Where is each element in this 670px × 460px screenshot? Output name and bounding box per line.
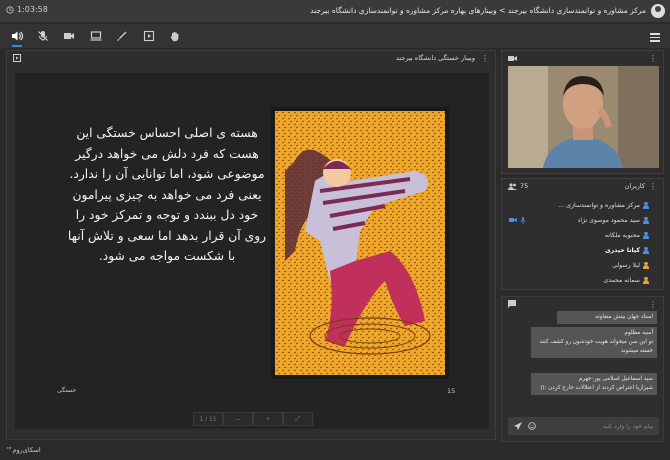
user-name: کیانا حیدری	[604, 246, 640, 254]
fit-screen-button[interactable]: ⤢	[283, 412, 313, 426]
user-name: لیلا رسولی	[612, 261, 640, 269]
slide-illustration	[271, 107, 449, 379]
user-item[interactable]: کیانا حیدری	[509, 244, 649, 256]
brand-logo: اسکای‌روم™	[6, 446, 41, 454]
slide-number: 15	[447, 387, 456, 395]
users-header: 75 کاربران ⋮	[502, 179, 663, 193]
user-name: مرکز مشاوره و توانمندسازی ...	[558, 201, 640, 209]
chat-message: استاد جهان بینش متفاوته	[557, 311, 657, 324]
top-bar: 1:03:58 مرکز مشاوره و توانمندسازی دانشگا…	[0, 0, 670, 22]
chat-message: سید اسماعیل اسلامی پور-جهرم شیرازیا اعتر…	[531, 373, 657, 395]
presentation-icon	[13, 54, 21, 62]
clock-icon	[6, 5, 14, 14]
mic-icon	[520, 216, 526, 224]
send-icon[interactable]	[514, 422, 522, 430]
presentation-panel: وبینار خستگی دانشگاه بیرجند ⋮ هسته ی اصل…	[6, 50, 496, 440]
user-name: سید محمود موسوی نژاد	[577, 216, 640, 224]
chat-message: آسیه مظلوم تو این سن میخواند هویت خودشون…	[531, 327, 657, 358]
webcam-video	[508, 66, 659, 168]
user-name: سمانه محمدی	[603, 276, 640, 284]
chat-header: ⋮	[502, 297, 663, 311]
slide-page-indicator[interactable]: 1 / 15	[193, 412, 223, 426]
camera-icon[interactable]	[62, 29, 76, 43]
video-icon	[508, 55, 517, 61]
users-panel: 75 کاربران ⋮ مرکز مشاوره و توانمندسازی .…	[501, 178, 664, 290]
webcam-menu-icon[interactable]: ⋮	[649, 54, 657, 63]
presentation-menu-icon[interactable]: ⋮	[481, 54, 489, 63]
slide-text: هسته ی اصلی احساس خستگی این هست که فرد د…	[67, 126, 267, 263]
slide-footer-title: خستگی	[57, 387, 77, 394]
users-icon	[508, 182, 517, 190]
user-icon	[643, 201, 649, 209]
user-icon	[643, 231, 649, 239]
users-count: 75	[520, 182, 529, 190]
webcam-panel: ⋮	[501, 50, 664, 174]
timer-value: 1:03:58	[17, 5, 48, 14]
user-icon	[643, 246, 649, 254]
user-item[interactable]: مرکز مشاوره و توانمندسازی ...	[509, 199, 649, 211]
breadcrumb[interactable]: مرکز مشاوره و توانمندسازی دانشگاه بیرجند…	[310, 6, 646, 15]
chat-icon	[508, 300, 516, 308]
presentation-header: وبینار خستگی دانشگاه بیرجند ⋮	[7, 51, 495, 65]
zoom-out-button[interactable]: −	[223, 412, 253, 426]
user-icon	[643, 261, 649, 269]
presentation-title: وبینار خستگی دانشگاه بیرجند	[395, 54, 475, 62]
user-item[interactable]: لیلا رسولی	[509, 259, 649, 271]
emoji-icon[interactable]	[528, 422, 536, 430]
speaker-icon[interactable]	[10, 29, 24, 47]
users-title: کاربران	[624, 182, 645, 190]
chat-input-placeholder: پیام خود را وارد کنید	[602, 422, 653, 430]
media-icon[interactable]	[142, 29, 156, 43]
camera-on-icon	[509, 217, 517, 222]
slide-controls: 1 / 15 − + ⤢	[193, 412, 313, 426]
draw-icon[interactable]	[115, 29, 129, 43]
screen-share-icon[interactable]	[89, 29, 103, 43]
main-toolbar	[0, 24, 670, 48]
user-item[interactable]: سمانه محمدی	[509, 274, 649, 286]
slide: هسته ی اصلی احساس خستگی این هست که فرد د…	[15, 73, 489, 429]
hamburger-menu-icon[interactable]	[650, 33, 660, 44]
mic-off-icon[interactable]	[36, 29, 50, 43]
user-item[interactable]: سید محمود موسوی نژاد	[509, 214, 649, 226]
avatar[interactable]	[651, 4, 665, 18]
user-icon	[643, 276, 649, 284]
webcam-header: ⋮	[502, 51, 663, 65]
user-item[interactable]: محبوبه ملکانه	[509, 229, 649, 241]
raise-hand-icon[interactable]	[168, 29, 182, 43]
zoom-in-button[interactable]: +	[253, 412, 283, 426]
chat-menu-icon[interactable]: ⋮	[649, 300, 657, 309]
chat-input[interactable]: پیام خود را وارد کنید	[508, 417, 659, 435]
session-timer: 1:03:58	[6, 5, 48, 14]
user-icon	[643, 216, 649, 224]
user-name: محبوبه ملکانه	[604, 231, 640, 239]
chat-panel: ⋮ استاد جهان بینش متفاوته آسیه مظلوم تو …	[501, 296, 664, 442]
users-menu-icon[interactable]: ⋮	[649, 182, 657, 191]
